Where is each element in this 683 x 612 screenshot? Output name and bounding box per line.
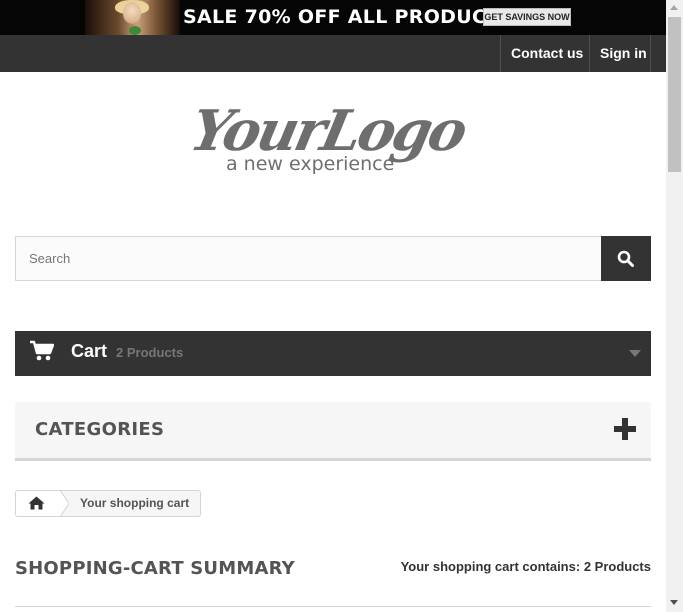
banner-sale-text: SALE 70% OFF ALL PRODUCTS (183, 6, 514, 28)
get-savings-button[interactable]: GET SAVINGS NOW (483, 8, 571, 26)
cart-summary-number: 2 Products (583, 559, 651, 574)
breadcrumb: Your shopping cart (15, 490, 201, 517)
scrollbar-thumb[interactable] (668, 17, 681, 172)
logo-tagline: a new experience (226, 153, 394, 175)
vertical-scrollbar[interactable] (666, 0, 683, 612)
categories-title: CATEGORIES (35, 419, 165, 440)
contact-us-link[interactable]: Contact us (500, 35, 590, 72)
home-icon (28, 496, 45, 510)
cart-block[interactable]: Cart 2 Products (15, 331, 651, 376)
cart-summary-prefix: Your shopping cart contains: (400, 559, 581, 574)
cart-product-count: 2 Products (116, 345, 184, 360)
cart-summary-count: Your shopping cart contains: 2 Products (401, 559, 651, 574)
search-bar (15, 236, 651, 281)
scroll-up-arrow-icon[interactable] (670, 5, 678, 10)
promo-banner[interactable]: SALE 70% OFF ALL PRODUCTS GET SAVINGS NO… (0, 0, 666, 35)
cart-label: Cart (71, 341, 108, 361)
sign-in-link[interactable]: Sign in (589, 35, 651, 72)
scroll-down-arrow-icon[interactable] (670, 600, 678, 605)
plus-icon[interactable] (614, 418, 636, 440)
page: SALE 70% OFF ALL PRODUCTS GET SAVINGS NO… (0, 0, 666, 612)
search-icon (617, 250, 634, 267)
categories-block[interactable]: CATEGORIES (15, 402, 651, 461)
shopping-cart-icon (30, 340, 54, 361)
search-button[interactable] (601, 236, 651, 281)
site-logo[interactable]: YourLogo a new experience (180, 92, 470, 177)
chevron-down-icon[interactable] (629, 350, 641, 357)
banner-model-image (85, 0, 180, 35)
breadcrumb-separator (49, 491, 69, 516)
divider (15, 606, 651, 607)
top-nav: Contact us Sign in (0, 35, 666, 72)
breadcrumb-current: Your shopping cart (80, 496, 190, 510)
search-input[interactable] (15, 236, 602, 281)
page-title: SHOPPING-CART SUMMARY (15, 558, 295, 579)
